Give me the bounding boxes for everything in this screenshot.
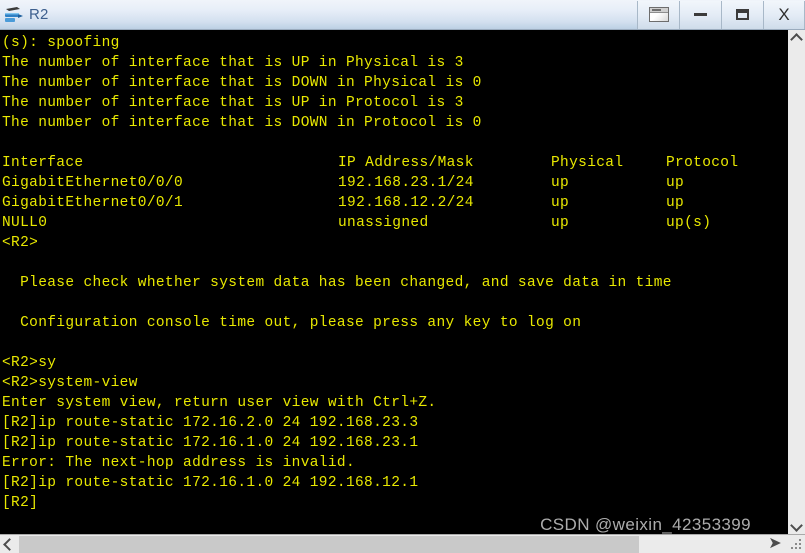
minimize-button[interactable] [679, 0, 721, 29]
scroll-up-button[interactable] [788, 30, 805, 48]
column-header-protocol: Protocol [666, 155, 739, 171]
resize-grip-icon[interactable] [790, 538, 803, 551]
terminal-line: The number of interface that is DOWN in … [2, 75, 482, 91]
column-header-interface: Interface [2, 155, 84, 171]
vertical-scrollbar[interactable] [787, 30, 805, 534]
terminal-notice-line: Please check whether system data has bee… [2, 275, 672, 291]
terminal-notice-line: Configuration console time out, please p… [2, 315, 582, 331]
router-device-icon [3, 4, 25, 26]
cell-interface: NULL0 [2, 215, 48, 231]
maximize-icon [736, 9, 749, 20]
terminal-command-line: <R2>system-view [2, 375, 138, 391]
minimize-icon [694, 13, 707, 16]
terminal-command-line: [R2]ip route-static 172.16.1.0 24 192.16… [2, 435, 419, 451]
cell-protocol: up [666, 175, 685, 191]
terminal-command-line: [R2]ip route-static 172.16.1.0 24 192.16… [2, 475, 419, 491]
terminal-line: The number of interface that is UP in Ph… [2, 55, 464, 71]
arrow-right-icon: ➤ [768, 535, 782, 552]
chevron-down-icon [790, 518, 803, 532]
cell-interface: GigabitEthernet0/0/1 [2, 195, 184, 211]
close-button[interactable]: X [763, 0, 805, 29]
maximize-button[interactable] [721, 0, 763, 29]
chevron-left-icon [2, 537, 16, 551]
cell-protocol: up(s) [666, 215, 712, 231]
terminal-line: (s): spoofing [2, 35, 120, 51]
table-row: GigabitEthernet0/0/0 192.168.23.1/24 up … [2, 173, 787, 193]
restore-button[interactable] [637, 0, 679, 29]
interface-table-header: Interface IP Address/Mask Physical Proto… [2, 153, 787, 173]
page-title: R2 [29, 6, 49, 23]
column-header-ip: IP Address/Mask [338, 155, 474, 171]
horizontal-scrollbar[interactable]: ➤ [0, 534, 805, 553]
cell-ip: 192.168.12.2/24 [338, 195, 474, 211]
cell-ip: unassigned [338, 215, 429, 231]
terminal-command-line: [R2]ip route-static 172.16.2.0 24 192.16… [2, 415, 419, 431]
table-row: GigabitEthernet0/0/1 192.168.12.2/24 up … [2, 193, 787, 213]
title-bar: R2 X [0, 0, 805, 30]
column-header-physical: Physical [551, 155, 624, 171]
close-icon: X [778, 5, 790, 24]
terminal-info-line: Enter system view, return user view with… [2, 395, 437, 411]
terminal-command-line: <R2>sy [2, 355, 57, 371]
cell-physical: up [551, 175, 570, 191]
terminal-prompt-line: <R2> [2, 235, 39, 251]
table-row: NULL0 unassigned up up(s) [2, 213, 787, 233]
terminal-line: The number of interface that is UP in Pr… [2, 95, 464, 111]
terminal-line: The number of interface that is DOWN in … [2, 115, 482, 131]
horizontal-scrollbar-thumb[interactable] [19, 536, 639, 553]
terminal-error-line: Error: The next-hop address is invalid. [2, 455, 356, 471]
scroll-down-button[interactable] [788, 516, 805, 534]
terminal-output[interactable]: (s): spoofing The number of interface th… [0, 30, 787, 534]
cell-interface: GigabitEthernet0/0/0 [2, 175, 184, 191]
scroll-left-button[interactable] [0, 535, 18, 553]
titlebar-button-group: X [637, 0, 805, 30]
scroll-right-button[interactable]: ➤ [766, 535, 784, 553]
terminal-prompt-line: [R2] [2, 495, 39, 511]
chevron-up-icon [790, 32, 803, 46]
console-window: R2 X (s): spoofing The number of interfa… [0, 0, 805, 553]
cell-protocol: up [666, 195, 685, 211]
cell-physical: up [551, 195, 570, 211]
restore-icon [648, 7, 669, 22]
cell-physical: up [551, 215, 570, 231]
cell-ip: 192.168.23.1/24 [338, 175, 474, 191]
